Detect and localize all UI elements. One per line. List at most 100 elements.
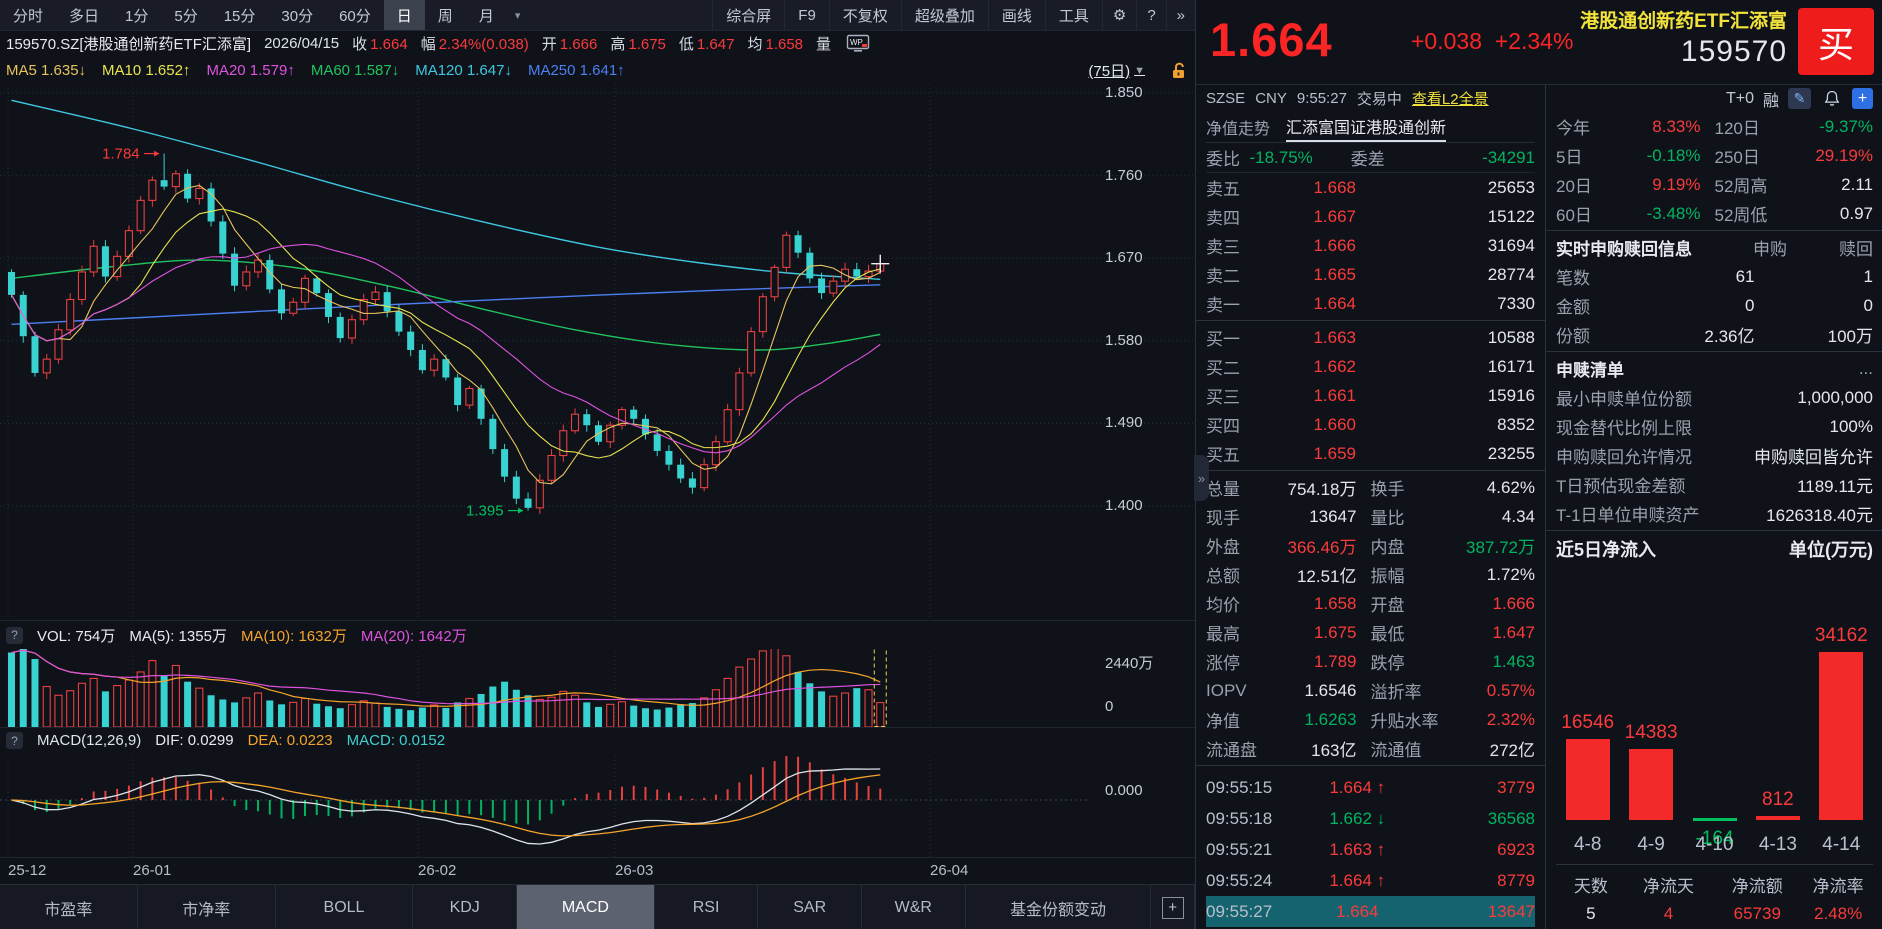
unlock-icon[interactable] bbox=[1171, 62, 1187, 80]
ma-legend-row: MA5 1.635↓MA10 1.652↑MA20 1.579↑MA60 1.5… bbox=[0, 57, 1201, 84]
buy-button[interactable]: 买 bbox=[1798, 8, 1874, 75]
indicator-tab[interactable]: 基金份额变动 bbox=[966, 885, 1152, 929]
list-item: 现金替代比例上限100% bbox=[1556, 412, 1873, 441]
realtime-row: 金额00 bbox=[1556, 291, 1873, 320]
timeframe-dropdown-icon[interactable]: ▾ bbox=[507, 0, 529, 30]
time-axis-label: 25-12 bbox=[8, 862, 46, 879]
indicator-tab[interactable]: KDJ bbox=[413, 885, 517, 929]
info-row: 159570.SZ[港股通创新药ETF汇添富] 2026/04/15 收1.66… bbox=[0, 30, 1201, 57]
timeframe-button[interactable]: 分时 bbox=[0, 0, 56, 30]
ask-row[interactable]: 卖四1.66715122 bbox=[1206, 202, 1535, 231]
bid-row[interactable]: 买二1.66216171 bbox=[1206, 352, 1535, 381]
indicator-tabs: 市盈率市净率BOLLKDJMACDRSISARW&R基金份额变动+ bbox=[0, 884, 1195, 929]
macd-dea: DEA: 0.0223 bbox=[248, 732, 333, 749]
realtime-row: 份额2.36亿100万 bbox=[1556, 320, 1873, 349]
flow-section-header: 近5日净流入 单位(万元) bbox=[1556, 533, 1873, 564]
timeframe-button[interactable]: 60分 bbox=[326, 0, 384, 30]
currency-label: CNY bbox=[1255, 90, 1287, 107]
flow-net-amount: 65739 bbox=[1711, 904, 1803, 924]
bid-row[interactable]: 买五1.65923255 bbox=[1206, 439, 1535, 468]
indicator-tab[interactable]: SAR bbox=[758, 885, 862, 929]
help-icon[interactable]: ? bbox=[1136, 0, 1165, 30]
stats-row: 流通盘163亿流通值272亿 bbox=[1206, 734, 1535, 763]
add-icon[interactable]: + bbox=[1852, 88, 1873, 109]
volume-pane-header: ? VOL: 754万 MA(5): 1355万 MA(10): 1632万 M… bbox=[0, 620, 1201, 649]
bid-row[interactable]: 买三1.66115916 bbox=[1206, 381, 1535, 410]
toolbar-button[interactable]: 画线 bbox=[988, 0, 1045, 30]
price-axis-label: 1.670 bbox=[1105, 249, 1143, 266]
tick-row: 09:55:241.664 ↑8779 bbox=[1206, 865, 1535, 896]
toolbar-button[interactable]: F9 bbox=[784, 0, 829, 30]
flow-bar-date: 4-14 bbox=[1793, 834, 1882, 856]
macd-pane-header: ? MACD(12,26,9) DIF: 0.0299 DEA: 0.0223 … bbox=[0, 727, 1201, 753]
performance-row: 60日-3.48%52周低0.97 bbox=[1556, 199, 1873, 228]
ohlc-field: 低1.647 bbox=[679, 33, 735, 54]
bid-row[interactable]: 买一1.66310588 bbox=[1206, 323, 1535, 352]
ma-window-selector[interactable]: (75日)▼ bbox=[1088, 60, 1145, 81]
toolbar-right-buttons: 综合屏F9不复权超级叠加画线工具 bbox=[712, 0, 1102, 30]
bell-icon[interactable] bbox=[1820, 88, 1843, 109]
volume-axis-label: 2440万 bbox=[1105, 652, 1153, 673]
bid-row[interactable]: 买四1.6608352 bbox=[1206, 410, 1535, 439]
vol-ma5: MA(5): 1355万 bbox=[129, 625, 227, 646]
security-code: 159570 bbox=[1580, 35, 1787, 69]
ask-row[interactable]: 卖二1.66528774 bbox=[1206, 260, 1535, 289]
list-item: T日预估现金差额1189.11元 bbox=[1556, 470, 1873, 499]
flow-summary-table: 天数净流天净流额净流率 5 4 65739 2.48% bbox=[1556, 864, 1873, 929]
security-identity: 港股通创新药ETF汇添富 159570 bbox=[1580, 6, 1787, 69]
toolbar-button[interactable]: 工具 bbox=[1045, 0, 1102, 30]
stats-row: 总量754.18万换手4.62% bbox=[1206, 473, 1535, 502]
timeframe-button[interactable]: 30分 bbox=[268, 0, 326, 30]
pencil-icon[interactable]: ✎ bbox=[1788, 88, 1811, 109]
timeframe-button[interactable]: 日 bbox=[384, 0, 425, 30]
quote-tab[interactable]: 汇添富国证港股通创新 bbox=[1286, 112, 1446, 142]
indicator-tab[interactable]: 市净率 bbox=[138, 885, 276, 929]
ohlc-field: 均1.658 bbox=[747, 33, 803, 54]
indicator-tab[interactable]: 市盈率 bbox=[0, 885, 138, 929]
ohlc-field: 高1.675 bbox=[610, 33, 666, 54]
panel-collapse-handle[interactable]: » bbox=[1194, 455, 1209, 501]
more-ellipsis[interactable]: ... bbox=[1859, 359, 1873, 379]
list-section-header: 申赎清单 ... bbox=[1556, 354, 1873, 383]
macd-axis-label: 0.000 bbox=[1105, 782, 1143, 799]
timeframe-button[interactable]: 5分 bbox=[161, 0, 210, 30]
performance-row: 20日9.19%52周高2.11 bbox=[1556, 170, 1873, 199]
ma-legend-item: MA10 1.652↑ bbox=[102, 62, 190, 79]
timeframe-button[interactable]: 多日 bbox=[56, 0, 112, 30]
tick-row: 09:55:151.664 ↑3779 bbox=[1206, 772, 1535, 803]
toolbar-button[interactable]: 超级叠加 bbox=[901, 0, 988, 30]
timeframe-button[interactable]: 1分 bbox=[112, 0, 161, 30]
margin-label: 融 bbox=[1763, 87, 1779, 111]
timeframe-button[interactable]: 月 bbox=[466, 0, 507, 30]
help-icon[interactable]: ? bbox=[6, 732, 23, 749]
stats-row: 均价1.658开盘1.666 bbox=[1206, 589, 1535, 618]
indicator-tab[interactable]: BOLL bbox=[276, 885, 414, 929]
ohlc-field: 收1.664 bbox=[352, 33, 408, 54]
ask-row[interactable]: 卖三1.66631694 bbox=[1206, 231, 1535, 260]
indicator-tab[interactable]: W&R bbox=[862, 885, 966, 929]
l2-link[interactable]: 查看L2全景 bbox=[1412, 88, 1489, 109]
toolbar-button[interactable]: 综合屏 bbox=[712, 0, 784, 30]
more-icon[interactable]: » bbox=[1166, 0, 1195, 30]
ask-row[interactable]: 卖一1.6647330 bbox=[1206, 289, 1535, 318]
add-indicator-button[interactable]: + bbox=[1151, 885, 1195, 929]
quote-tab[interactable]: 净值走势 bbox=[1206, 112, 1270, 142]
indicator-tab[interactable]: RSI bbox=[655, 885, 759, 929]
ohlc-field: 幅2.34%(0.038) bbox=[421, 33, 529, 54]
wp-monitor-icon[interactable]: WP bbox=[846, 34, 870, 54]
stats-row: 最高1.675最低1.647 bbox=[1206, 618, 1535, 647]
timeframe-button[interactable]: 15分 bbox=[211, 0, 269, 30]
gear-icon[interactable]: ⚙ bbox=[1102, 0, 1136, 30]
timeframe-button[interactable]: 周 bbox=[425, 0, 466, 30]
quick-icons-row: T+0 融 ✎ + bbox=[1556, 85, 1873, 112]
help-icon[interactable]: ? bbox=[6, 627, 23, 644]
price-axis-label: 1.850 bbox=[1105, 84, 1143, 101]
flow-bar bbox=[1756, 816, 1800, 820]
indicator-tab[interactable]: MACD bbox=[517, 885, 655, 929]
ask-row[interactable]: 卖五1.66825653 bbox=[1206, 173, 1535, 202]
performance-row: 5日-0.18%250日29.19% bbox=[1556, 141, 1873, 170]
toolbar-button[interactable]: 不复权 bbox=[829, 0, 901, 30]
chart-area: 分时多日1分5分15分30分60分日周月 ▾ 综合屏F9不复权超级叠加画线工具 … bbox=[0, 0, 1195, 929]
tick-row: 09:55:211.663 ↑6923 bbox=[1206, 834, 1535, 865]
time-axis-label: 26-04 bbox=[930, 862, 968, 879]
